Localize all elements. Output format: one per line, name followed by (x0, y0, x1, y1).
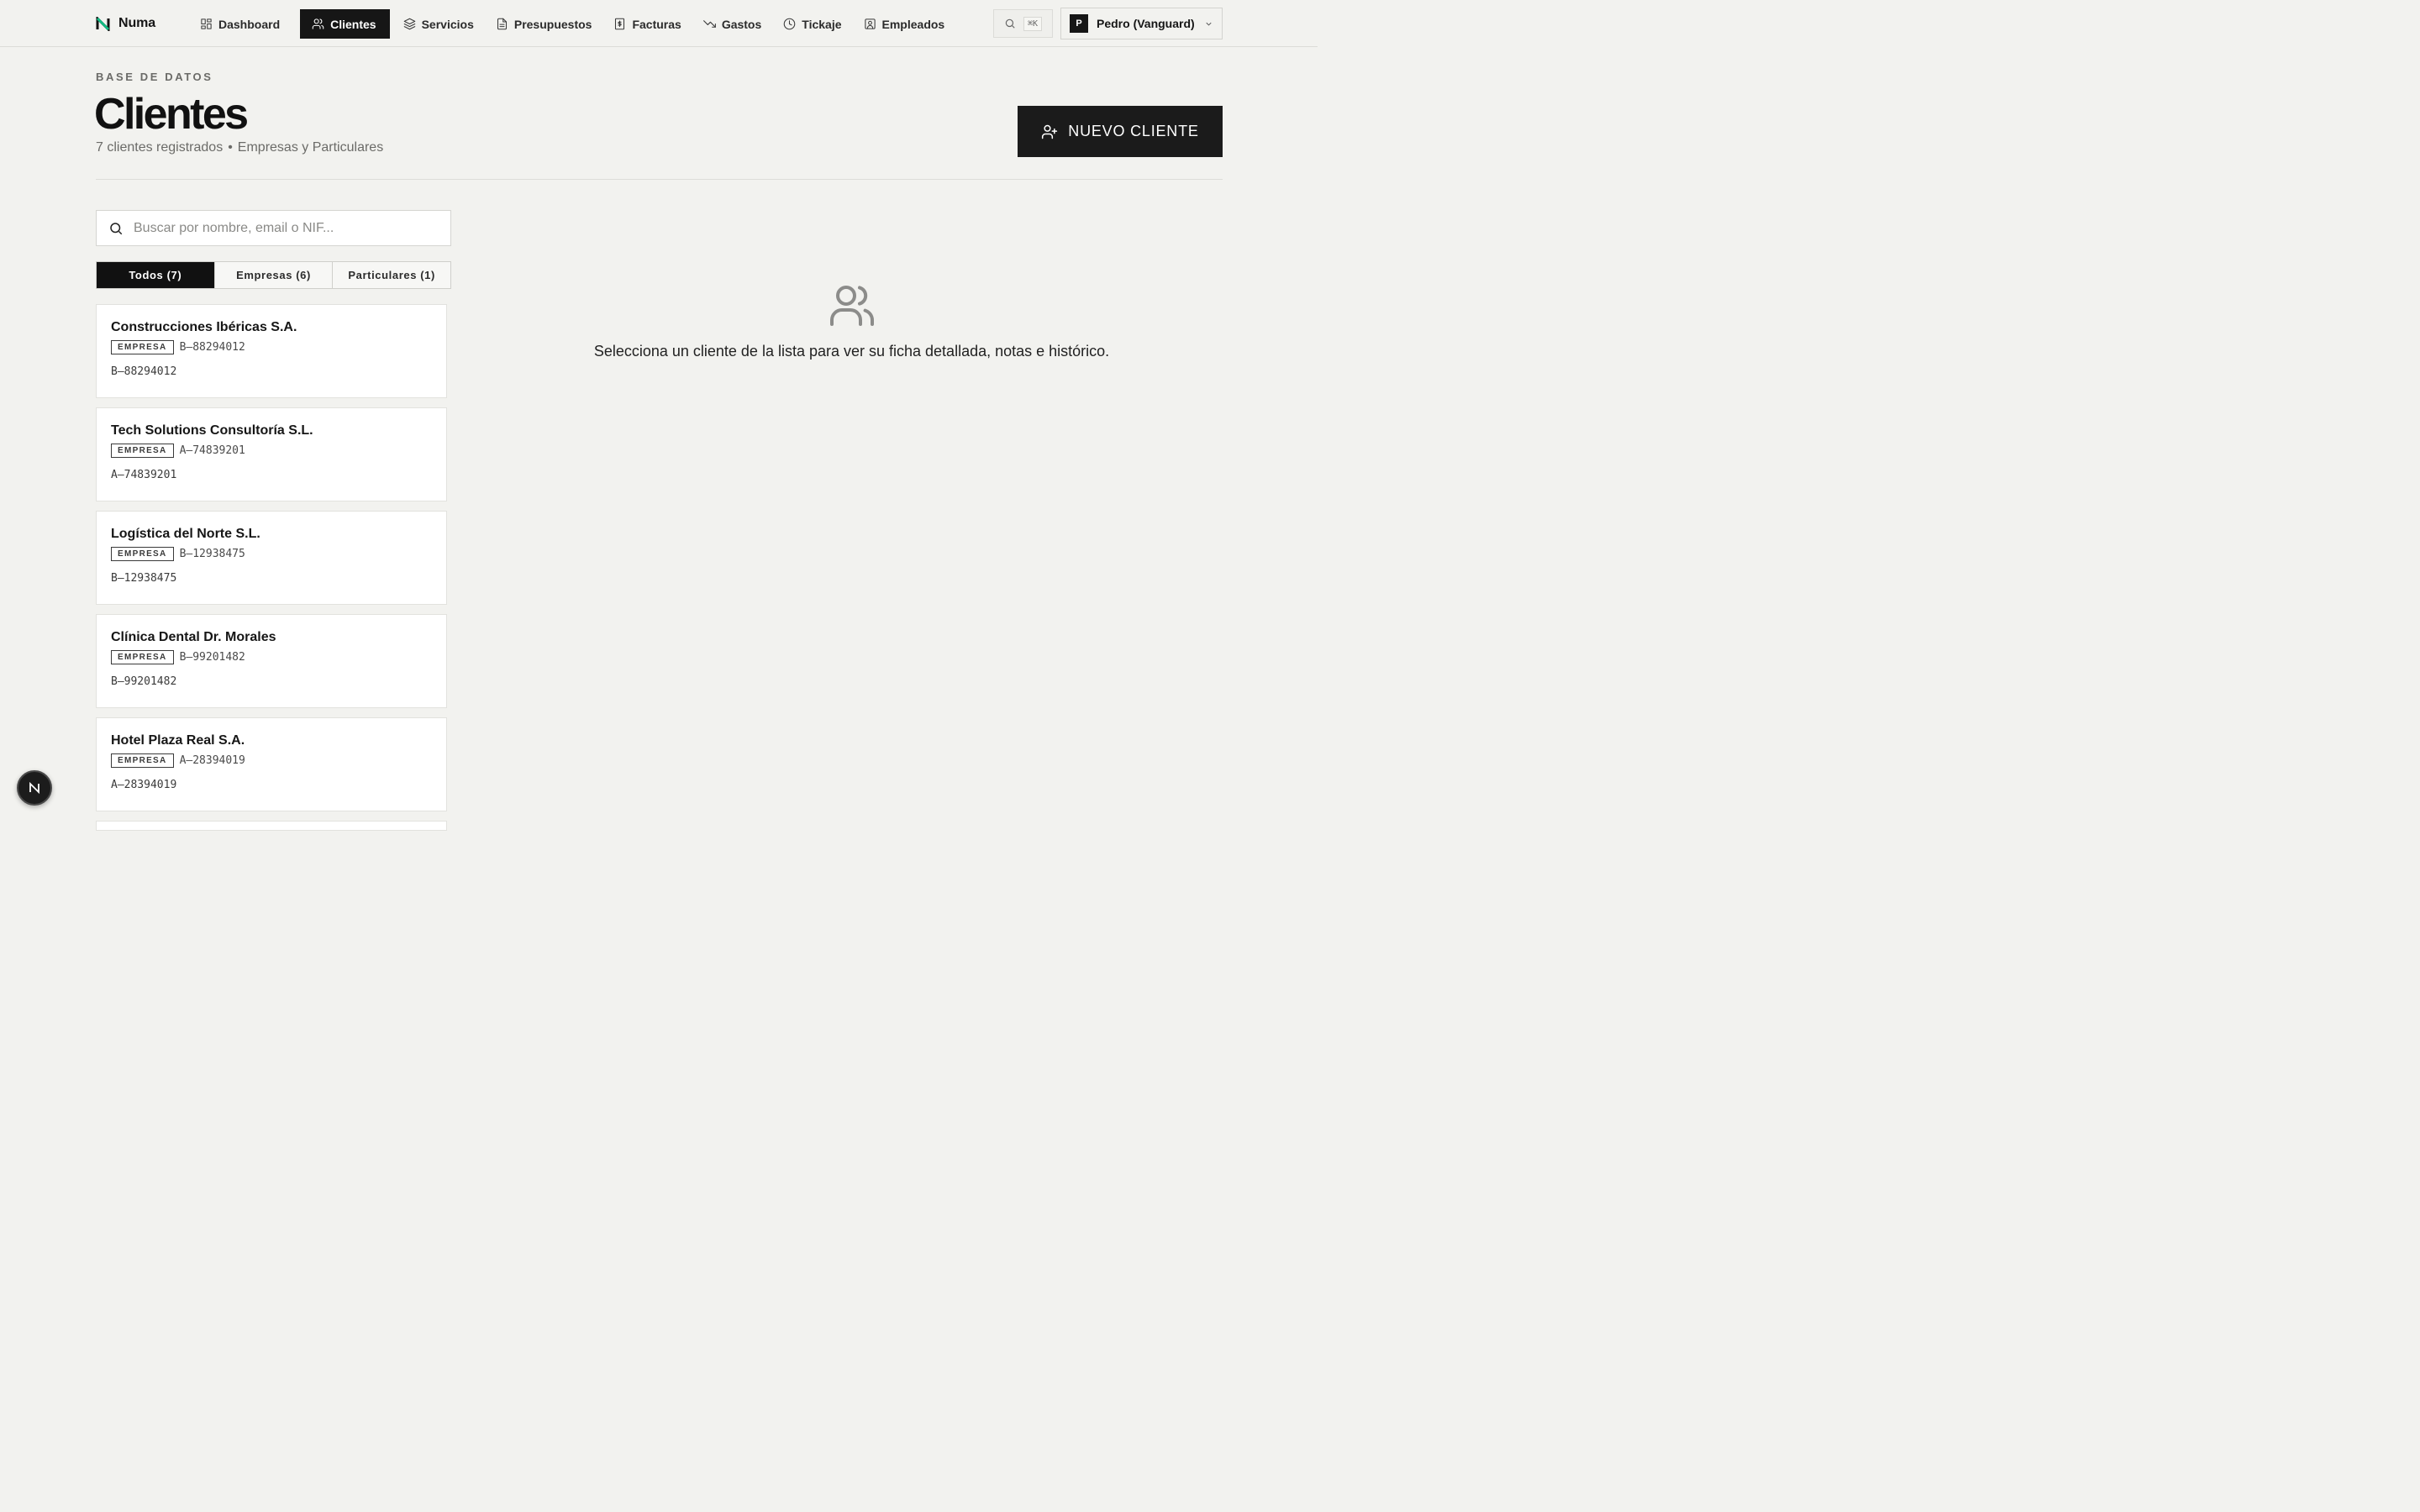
client-filter-tabs: Todos (7) Empresas (6) Particulares (1) (96, 261, 451, 289)
client-name: Construcciones Ibéricas S.A. (111, 320, 297, 334)
clock-icon (784, 18, 796, 30)
client-type-badge: EMPRESA (111, 444, 174, 458)
client-card[interactable]: Tech Solutions Consultoría S.L. EMPRESA … (96, 407, 447, 501)
client-meta: EMPRESA B–12938475 (111, 547, 432, 561)
client-type-badge: EMPRESA (111, 650, 174, 664)
search-input[interactable] (134, 220, 436, 236)
avatar: P (1070, 14, 1088, 33)
client-nif-line: A–74839201 (111, 469, 177, 481)
receipt-icon (615, 18, 625, 30)
nav-label: Tickaje (802, 17, 842, 31)
dev-tools-button[interactable] (17, 770, 52, 806)
client-nif: A–28394019 (179, 754, 245, 767)
nav-item-facturas[interactable]: Facturas (605, 9, 694, 39)
client-nif: B–88294012 (179, 341, 245, 354)
client-search (96, 210, 451, 246)
client-list: Construcciones Ibéricas S.A. EMPRESA B–8… (96, 304, 447, 831)
client-nif: B–12938475 (179, 548, 245, 560)
users-icon (829, 284, 875, 326)
command-search-button[interactable]: ⌘K (993, 9, 1053, 38)
new-client-button[interactable]: NUEVO CLIENTE (1018, 106, 1223, 157)
nav-item-dashboard[interactable]: Dashboard (192, 9, 293, 39)
new-client-label: NUEVO CLIENTE (1068, 123, 1199, 139)
client-card[interactable]: Clínica Dental Dr. Morales EMPRESA B–992… (96, 614, 447, 708)
chevron-down-icon (1206, 22, 1212, 26)
client-nif-line: B–12938475 (111, 572, 177, 585)
id-badge-icon (864, 18, 876, 29)
nav-label: Empleados (881, 17, 945, 31)
client-card[interactable] (96, 821, 447, 831)
search-icon (110, 222, 123, 234)
section-eyebrow: BASE DE DATOS (96, 71, 213, 83)
nav-label: Servicios (421, 17, 474, 31)
client-nif-line: A–28394019 (111, 779, 177, 791)
layers-icon (403, 18, 415, 30)
subtitle-separator: • (228, 140, 233, 155)
user-plus-icon (1042, 124, 1058, 139)
client-count: 7 clientes registrados (96, 140, 224, 155)
nav-item-presupuestos[interactable]: Presupuestos (487, 9, 606, 39)
client-meta: EMPRESA B–88294012 (111, 340, 432, 354)
page-title: Clientes (94, 90, 249, 139)
main-nav: Dashboard Clientes Servicios Presupuesto… (192, 9, 958, 39)
nav-item-servicios[interactable]: Servicios (395, 9, 487, 39)
n-logo-icon (96, 16, 110, 31)
nav-label: Presupuestos (513, 17, 592, 31)
client-card[interactable]: Construcciones Ibéricas S.A. EMPRESA B–8… (96, 304, 447, 398)
client-nif-line: B–99201482 (111, 675, 177, 688)
filter-todos[interactable]: Todos (7) (97, 262, 214, 288)
user-name: Pedro (Vanguard) (1097, 17, 1195, 30)
grid-icon (201, 18, 212, 29)
nav-label: Facturas (632, 17, 681, 31)
user-menu[interactable]: P Pedro (Vanguard) (1060, 8, 1223, 39)
users-icon (312, 18, 324, 29)
client-name: Logística del Norte S.L. (111, 527, 260, 541)
nav-label: Gastos (721, 17, 762, 31)
nav-label: Clientes (330, 17, 376, 31)
client-type-badge: EMPRESA (111, 753, 174, 768)
client-name: Clínica Dental Dr. Morales (111, 630, 276, 644)
filter-empresas[interactable]: Empresas (6) (213, 262, 333, 288)
client-name: Hotel Plaza Real S.A. (111, 733, 245, 748)
nav-label: Dashboard (218, 17, 281, 31)
client-card[interactable]: Logística del Norte S.L. EMPRESA B–12938… (96, 511, 447, 605)
client-type-badge: EMPRESA (111, 340, 174, 354)
top-navbar: Numa Dashboard Clientes Servicios Presup… (0, 0, 1318, 47)
client-nif: A–74839201 (179, 444, 245, 457)
search-icon (1005, 18, 1015, 29)
client-nif: B–99201482 (179, 651, 245, 664)
brand-name: Numa (118, 16, 156, 30)
keyboard-shortcut: ⌘K (1023, 16, 1043, 31)
nav-item-gastos[interactable]: Gastos (695, 9, 775, 39)
n-logo-icon (29, 781, 39, 795)
nav-item-empleados[interactable]: Empleados (855, 9, 959, 39)
client-card[interactable]: Hotel Plaza Real S.A. EMPRESA A–28394019… (96, 717, 447, 811)
nav-item-clientes[interactable]: Clientes (300, 9, 390, 39)
nav-item-tickaje[interactable]: Tickaje (775, 9, 855, 39)
client-name: Tech Solutions Consultoría S.L. (111, 423, 313, 438)
client-type-badge: EMPRESA (111, 547, 174, 561)
client-types: Empresas y Particulares (237, 140, 384, 155)
filter-particulares[interactable]: Particulares (1) (332, 262, 451, 288)
brand[interactable]: Numa (96, 13, 155, 34)
client-meta: EMPRESA A–74839201 (111, 444, 432, 458)
empty-state-message: Selecciona un cliente de la lista para v… (593, 343, 1110, 360)
trending-down-icon (702, 20, 716, 28)
header-divider (96, 179, 1223, 180)
client-meta: EMPRESA B–99201482 (111, 650, 432, 664)
page-subtitle: 7 clientes registrados • Empresas y Part… (96, 140, 383, 155)
client-nif-line: B–88294012 (111, 365, 177, 378)
client-meta: EMPRESA A–28394019 (111, 753, 432, 768)
file-text-icon (497, 18, 507, 30)
